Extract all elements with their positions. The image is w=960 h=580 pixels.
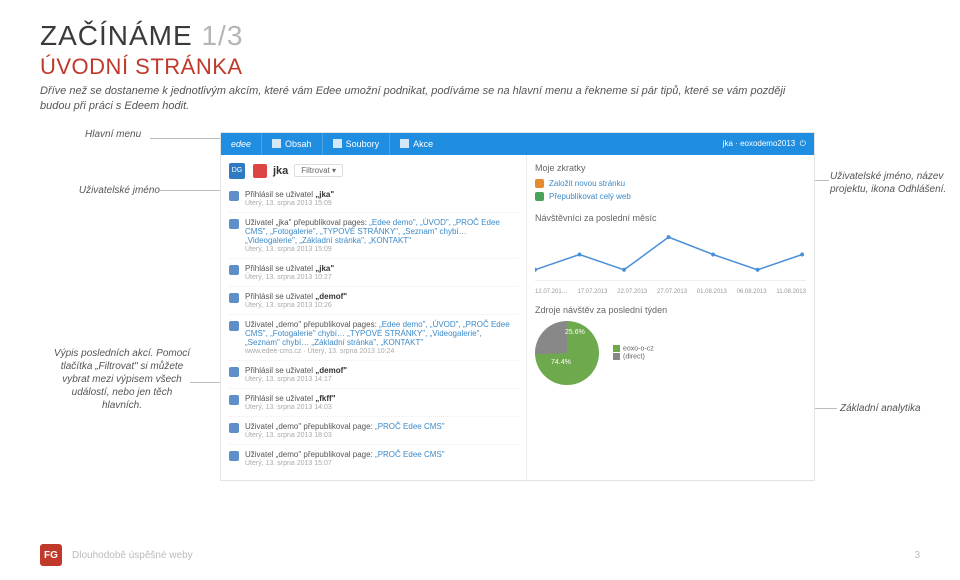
event-icon — [229, 191, 239, 201]
event-meta: Úterý, 13. srpna 2013 14:17 — [245, 376, 518, 383]
event-meta: Úterý, 13. srpna 2013 14:03 — [245, 404, 518, 411]
xlabel: 06.08.2013 — [737, 289, 767, 295]
callout-line — [150, 138, 220, 139]
main-menu-bar: edee Obsah Soubory Akce jka · eoxodemo20… — [221, 133, 814, 155]
nav-userinfo[interactable]: jka · eoxodemo2013 ⏻ — [715, 139, 814, 149]
app-screenshot: edee Obsah Soubory Akce jka · eoxodemo20… — [220, 132, 815, 481]
event-item: Uživatel „demo" přepublikoval page: „PRO… — [229, 416, 518, 444]
footer-text: Dlouhodobě úspěšné weby — [72, 550, 193, 561]
title-fraction: 1/3 — [201, 20, 243, 51]
xlabel: 01.08.2013 — [697, 289, 727, 295]
visits-chart — [535, 229, 806, 281]
callout-userinfo: Uživatelské jméno, název projektu, ikona… — [830, 170, 950, 196]
callout-events: Výpis posledních akcí. Pomocí tlačítka „… — [52, 347, 192, 412]
event-meta: Úterý, 13. srpna 2013 10:27 — [245, 274, 518, 281]
event-item: Přihlásil se uživatel „demof"Úterý, 13. … — [229, 360, 518, 388]
footer-page-number: 3 — [914, 550, 920, 561]
user-badge: DG — [229, 163, 245, 179]
pie-slice-label-2: 25.6% — [565, 329, 585, 336]
nav-label: Obsah — [285, 139, 312, 149]
xlabel: 12.07.201… — [535, 289, 568, 295]
nav-project: eoxodemo2013 — [740, 139, 795, 148]
callout-line — [160, 190, 220, 191]
page-subtitle: ÚVODNÍ STRÁNKA — [40, 54, 920, 80]
nav-label: Akce — [413, 139, 433, 149]
event-icon — [229, 395, 239, 405]
legend-item: (direct) — [613, 353, 654, 360]
event-icon — [229, 367, 239, 377]
bolt-icon — [400, 139, 409, 148]
xlabel: 17.07.2013 — [577, 289, 607, 295]
shortcuts-list: Založit novou stránkuPřepublikovat celý … — [535, 177, 806, 203]
filter-button[interactable]: Filtrovat ▾ — [294, 164, 343, 177]
event-title: Uživatel „demo" přepublikoval page: „PRO… — [245, 422, 518, 431]
shortcuts-heading: Moje zkratky — [535, 163, 806, 173]
event-meta: www.edee-cms.cz · Úterý, 13. srpna 2013 … — [245, 348, 518, 355]
event-item: Uživatel „jka" přepublikoval pages: „Ede… — [229, 212, 518, 258]
event-item: Přihlásil se uživatel „demof"Úterý, 13. … — [229, 286, 518, 314]
page-title: ZAČÍNÁME 1/3 — [40, 20, 920, 52]
event-icon — [229, 219, 239, 229]
event-meta: Úterý, 13. srpna 2013 18:03 — [245, 432, 518, 439]
event-title: Přihlásil se uživatel „jka" — [245, 190, 518, 199]
callout-main-menu: Hlavní menu — [85, 128, 141, 141]
xlabel: 27.07.2013 — [657, 289, 687, 295]
event-item: Přihlásil se uživatel „jka"Úterý, 13. sr… — [229, 258, 518, 286]
xlabel: 22.07.2013 — [617, 289, 647, 295]
sources-heading: Zdroje návštěv za poslední týden — [535, 305, 806, 315]
doc-icon — [272, 139, 281, 148]
callout-line — [815, 180, 829, 181]
legend-item: eoxo-o-cz — [613, 345, 654, 352]
folder-icon — [333, 139, 342, 148]
event-icon — [229, 293, 239, 303]
callout-username: Uživatelské jméno — [70, 184, 160, 197]
callout-line — [815, 408, 837, 409]
event-meta: Úterý, 13. srpna 2013 15:07 — [245, 460, 518, 467]
sources-pie: 74.4% 25.6% — [535, 321, 599, 385]
event-title: Uživatel „demo" přepublikoval pages: „Ed… — [245, 320, 518, 347]
event-icon — [229, 423, 239, 433]
title-main: ZAČÍNÁME — [40, 20, 193, 51]
user-badge-2 — [253, 164, 267, 178]
event-item: Přihlásil se uživatel „fkff"Úterý, 13. s… — [229, 388, 518, 416]
event-title: Přihlásil se uživatel „demof" — [245, 366, 518, 375]
shortcut-icon — [535, 179, 544, 188]
event-title: Uživatel „jka" přepublikoval pages: „Ede… — [245, 218, 518, 245]
nav-item-obsah[interactable]: Obsah — [261, 133, 322, 155]
event-icon — [229, 265, 239, 275]
app-logo: edee — [221, 139, 261, 149]
shortcut-item[interactable]: Přepublikovat celý web — [535, 190, 806, 203]
event-icon — [229, 451, 239, 461]
sources-legend: eoxo-o-cz(direct) — [613, 345, 654, 360]
chart-xlabels: 12.07.201… 17.07.2013 22.07.2013 27.07.2013… — [535, 289, 806, 295]
event-item: Uživatel „demo" přepublikoval pages: „Ed… — [229, 314, 518, 360]
events-list: Přihlásil se uživatel „jka"Úterý, 13. sr… — [229, 185, 518, 472]
event-title: Přihlásil se uživatel „jka" — [245, 264, 518, 273]
footer-logo: FG — [40, 544, 62, 566]
event-title: Přihlásil se uživatel „demof" — [245, 292, 518, 301]
event-item: Uživatel „demo" přepublikoval page: „PRO… — [229, 444, 518, 472]
callout-analytics: Základní analytika — [840, 402, 950, 415]
callout-line — [190, 382, 220, 383]
visits-heading: Návštěvníci za poslední měsíc — [535, 213, 806, 223]
event-meta: Úterý, 13. srpna 2013 10:26 — [245, 302, 518, 309]
event-title: Přihlásil se uživatel „fkff" — [245, 394, 518, 403]
shortcut-icon — [535, 192, 544, 201]
event-meta: Úterý, 13. srpna 2013 15:09 — [245, 246, 518, 253]
nav-item-soubory[interactable]: Soubory — [322, 133, 390, 155]
xlabel: 11.08.2013 — [776, 289, 806, 295]
event-title: Uživatel „demo" přepublikoval page: „PRO… — [245, 450, 518, 459]
current-username: jka — [273, 165, 288, 177]
shortcut-item[interactable]: Založit novou stránku — [535, 177, 806, 190]
event-item: Přihlásil se uživatel „jka"Úterý, 13. sr… — [229, 185, 518, 212]
event-meta: Úterý, 13. srpna 2013 15:09 — [245, 200, 518, 207]
intro-paragraph: Dříve než se dostaneme k jednotlivým akc… — [40, 84, 800, 114]
pie-slice-label-1: 74.4% — [551, 359, 571, 366]
nav-label: Soubory — [346, 139, 380, 149]
event-icon — [229, 321, 239, 331]
nav-user: jka — [723, 139, 733, 148]
nav-item-akce[interactable]: Akce — [389, 133, 443, 155]
